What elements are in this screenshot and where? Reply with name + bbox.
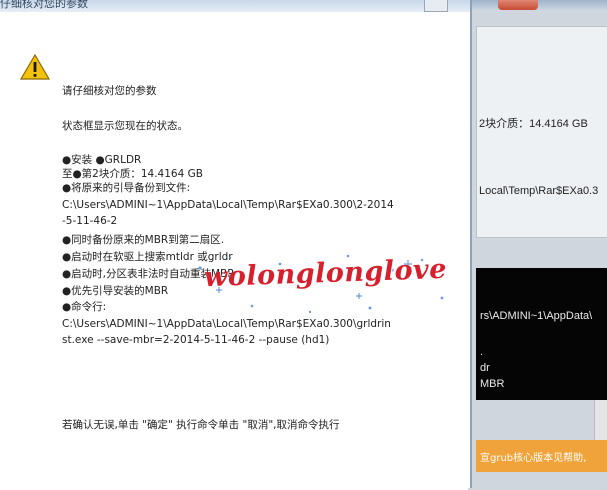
background-media-label: 2块介质：14.4164 GB bbox=[479, 118, 588, 130]
status-line: 状态框显示您现在的状态。 bbox=[62, 120, 188, 132]
param-line: ●安装 ●GRLDR bbox=[62, 154, 142, 166]
param-line: 至●第2块介质：14.4164 GB bbox=[62, 168, 203, 180]
parameter-dialog: 仔细核对您的参数 请仔细核对您的参数 状态框显示您现在的状态。 ●安装 ●GRL… bbox=[0, 0, 472, 488]
console-line: . bbox=[480, 346, 484, 358]
background-banner-text: 宣grub核心版本见帮助, bbox=[480, 453, 587, 464]
console-line: dr bbox=[480, 362, 490, 374]
param-line: ●命令行: bbox=[62, 301, 107, 313]
dialog-heading: 请仔细核对您的参数 bbox=[62, 85, 157, 97]
param-line: ●将原来的引导备份到文件: bbox=[62, 182, 191, 194]
background-window: 2块介质：14.4164 GB Local\Temp\Rar$EXa0.3 rs… bbox=[468, 0, 607, 490]
param-line: -5-11-46-2 bbox=[62, 215, 118, 227]
param-line: st.exe --save-mbr=2-2014-5-11-46-2 --pau… bbox=[62, 334, 330, 346]
background-console: rs\ADMINI~1\AppData\ . dr MBR bbox=[476, 268, 607, 400]
background-titlebar bbox=[468, 0, 607, 10]
console-line: rs\ADMINI~1\AppData\ bbox=[480, 310, 593, 322]
param-line: C:\Users\ADMINI~1\AppData\Local\Temp\Rar… bbox=[62, 199, 394, 211]
background-banner: 宣grub核心版本见帮助, bbox=[476, 440, 607, 472]
console-line: MBR bbox=[480, 378, 505, 390]
background-path-label: Local\Temp\Rar$EXa0.3 bbox=[479, 185, 599, 197]
warning-icon bbox=[20, 54, 50, 80]
background-close-button[interactable] bbox=[498, 0, 538, 10]
dialog-titlebar-button[interactable] bbox=[424, 0, 448, 12]
param-line: ●同时备份原来的MBR到第二扇区. bbox=[62, 234, 225, 246]
confirm-instruction: 若确认无误,单击 "确定" 执行命令单击 "取消",取消命令执行 bbox=[62, 419, 340, 431]
background-panel: 2块介质：14.4164 GB Local\Temp\Rar$EXa0.3 bbox=[476, 26, 607, 238]
param-line: ●优先引导安装的MBR bbox=[62, 285, 169, 297]
dialog-titlebar: 仔细核对您的参数 bbox=[0, 0, 470, 12]
dialog-title: 仔细核对您的参数 bbox=[0, 0, 88, 10]
